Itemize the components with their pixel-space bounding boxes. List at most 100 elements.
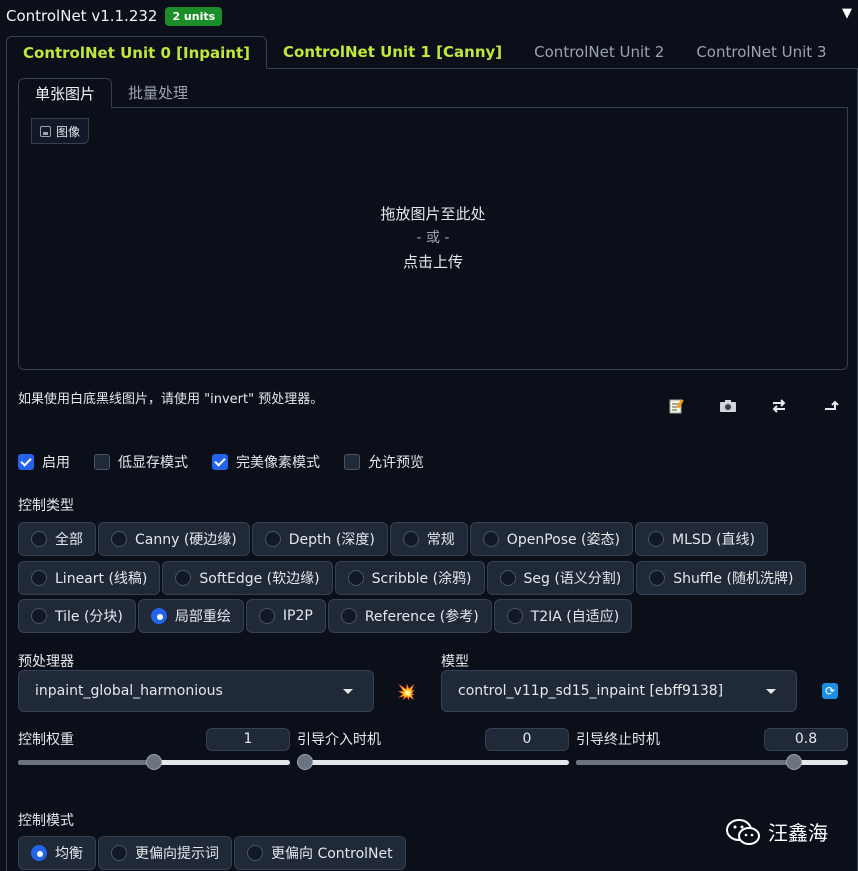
image-icon — [40, 125, 51, 137]
control-type-normal[interactable]: 常规 — [389, 522, 468, 556]
tab-unit-0[interactable]: ControlNet Unit 0 [Inpaint] — [6, 36, 267, 69]
enable-checkbox[interactable]: 启用 — [18, 452, 70, 472]
guidance-start-slider[interactable] — [297, 754, 569, 770]
collapse-icon[interactable]: ▼ — [842, 6, 852, 21]
control-mode-options: 均衡 更偏向提示词 更偏向 ControlNet — [18, 836, 406, 870]
radio-dot — [647, 531, 664, 547]
control-type-row-3: Tile (分块) 局部重绘 IP2P Reference (参考) T2IA … — [18, 599, 633, 633]
control-mode-prompt[interactable]: 更偏向提示词 — [98, 836, 232, 870]
checkbox-label: 启用 — [42, 455, 70, 471]
slider-thumb[interactable] — [785, 754, 802, 770]
chevron-down-icon — [766, 689, 776, 694]
radio-label: 全部 — [55, 532, 83, 548]
control-type-ip2p[interactable]: IP2P — [245, 599, 326, 633]
image-dropzone[interactable]: 图像 拖放图片至此处 - 或 - 点击上传 — [18, 108, 848, 370]
wechat-icon — [726, 818, 760, 845]
memo-icon[interactable] — [666, 396, 686, 416]
tab-unit-3[interactable]: ControlNet Unit 3 — [680, 35, 842, 68]
tab-single-image[interactable]: 单张图片 — [18, 78, 113, 108]
control-type-scribble[interactable]: Scribble (涂鸦) — [334, 561, 485, 595]
radio-label: 更偏向提示词 — [135, 846, 219, 862]
radio-dot — [649, 570, 666, 586]
drop-line-1: 拖放图片至此处 — [380, 205, 486, 223]
slider-thumb[interactable] — [146, 754, 162, 770]
control-type-row-1: 全部 Canny (硬边缘) Depth (深度) 常规 OpenPose (姿… — [18, 522, 768, 556]
refresh-icon[interactable]: ⟳ — [822, 683, 838, 699]
radio-dot — [499, 570, 516, 586]
send-dimensions-icon[interactable] — [821, 396, 841, 416]
tab-unit-2[interactable]: ControlNet Unit 2 — [518, 35, 680, 68]
control-mode-label: 控制模式 — [18, 813, 74, 829]
control-type-all[interactable]: 全部 — [18, 522, 96, 556]
controlnet-title: ControlNet v1.1.232 — [6, 7, 158, 25]
unit-tabs: ControlNet Unit 0 [Inpaint] ControlNet U… — [6, 36, 858, 69]
radio-dot — [111, 845, 127, 861]
control-mode-balanced[interactable]: 均衡 — [18, 836, 96, 870]
allow-preview-checkbox[interactable]: 允许预览 — [344, 452, 424, 472]
checkbox-box[interactable] — [94, 454, 110, 470]
radio-label: 局部重绘 — [174, 609, 231, 625]
radio-label: T2IA (自适应) — [530, 609, 620, 625]
pixel-perfect-checkbox[interactable]: 完美像素模式 — [212, 452, 320, 472]
radio-dot — [150, 608, 167, 624]
control-type-depth[interactable]: Depth (深度) — [251, 522, 388, 556]
radio-label: Seg (语义分割) — [523, 571, 622, 587]
checkbox-label: 完美像素模式 — [236, 455, 320, 471]
explosion-icon[interactable]: 💥 — [397, 683, 416, 701]
controlnet-header[interactable]: ControlNet v1.1.232 2 units ▼ — [0, 0, 858, 32]
radio-label: Canny (硬边缘) — [135, 532, 237, 548]
control-type-canny[interactable]: Canny (硬边缘) — [98, 522, 250, 556]
lowvram-checkbox[interactable]: 低显存模式 — [94, 452, 188, 472]
control-type-seg[interactable]: Seg (语义分割) — [486, 561, 635, 595]
units-badge: 2 units — [165, 6, 223, 26]
control-type-inpaint[interactable]: 局部重绘 — [137, 599, 244, 633]
checkbox-box[interactable] — [344, 454, 360, 470]
radio-dot — [31, 845, 47, 861]
image-mode-tabs: 单张图片 批量处理 — [18, 78, 848, 108]
radio-label: IP2P — [282, 608, 313, 624]
chevron-down-icon — [343, 689, 353, 694]
guidance-start-label: 引导介入时机 — [297, 732, 381, 748]
radio-label: Reference (参考) — [364, 609, 479, 625]
control-type-mlsd[interactable]: MLSD (直线) — [634, 522, 768, 556]
checkbox-box[interactable] — [18, 454, 34, 470]
radio-label: Lineart (线稿) — [55, 571, 148, 587]
guidance-start-input[interactable]: 0 — [485, 728, 569, 751]
radio-dot — [31, 608, 47, 624]
guidance-end-input[interactable]: 0.8 — [764, 728, 848, 751]
control-type-shuffle[interactable]: Shuffle (随机洗牌) — [636, 561, 807, 595]
radio-dot — [111, 531, 127, 547]
preprocessor-select[interactable]: inpaint_global_harmonious — [18, 670, 374, 712]
control-type-openpose[interactable]: OpenPose (姿态) — [469, 522, 633, 556]
camera-icon[interactable] — [718, 396, 738, 416]
radio-dot — [258, 608, 275, 624]
radio-label: 更偏向 ControlNet — [271, 846, 393, 862]
control-weight-slider[interactable] — [18, 754, 290, 770]
radio-dot — [482, 531, 499, 547]
control-mode-controlnet[interactable]: 更偏向 ControlNet — [234, 836, 406, 870]
slider-thumb[interactable] — [297, 754, 313, 770]
checkbox-label: 低显存模式 — [118, 455, 188, 471]
radio-label: OpenPose (姿态) — [506, 532, 620, 548]
radio-label: Depth (深度) — [288, 532, 375, 548]
control-type-softedge[interactable]: SoftEdge (软边缘) — [162, 561, 333, 595]
control-type-lineart[interactable]: Lineart (线稿) — [18, 561, 161, 595]
tab-unit-1[interactable]: ControlNet Unit 1 [Canny] — [267, 35, 518, 68]
model-select[interactable]: control_v11p_sd15_inpaint [ebff9138] — [441, 670, 797, 712]
control-weight-label: 控制权重 — [18, 732, 74, 748]
guidance-end-slider[interactable] — [576, 754, 848, 770]
radio-dot — [506, 608, 523, 624]
slider-fill — [18, 760, 154, 765]
checkbox-box[interactable] — [212, 454, 228, 470]
control-type-t2ia[interactable]: T2IA (自适应) — [493, 599, 633, 633]
control-type-tile[interactable]: Tile (分块) — [18, 599, 136, 633]
checkbox-label: 允许预览 — [368, 455, 424, 471]
radio-label: MLSD (直线) — [671, 532, 755, 548]
option-checkboxes: 启用 低显存模式 完美像素模式 允许预览 — [18, 452, 448, 472]
image-label-text: 图像 — [56, 124, 81, 139]
radio-dot — [31, 531, 47, 547]
control-type-reference[interactable]: Reference (参考) — [327, 599, 492, 633]
tab-batch[interactable]: 批量处理 — [112, 77, 204, 107]
control-weight-input[interactable]: 1 — [206, 728, 290, 751]
swap-icon[interactable] — [769, 396, 789, 416]
